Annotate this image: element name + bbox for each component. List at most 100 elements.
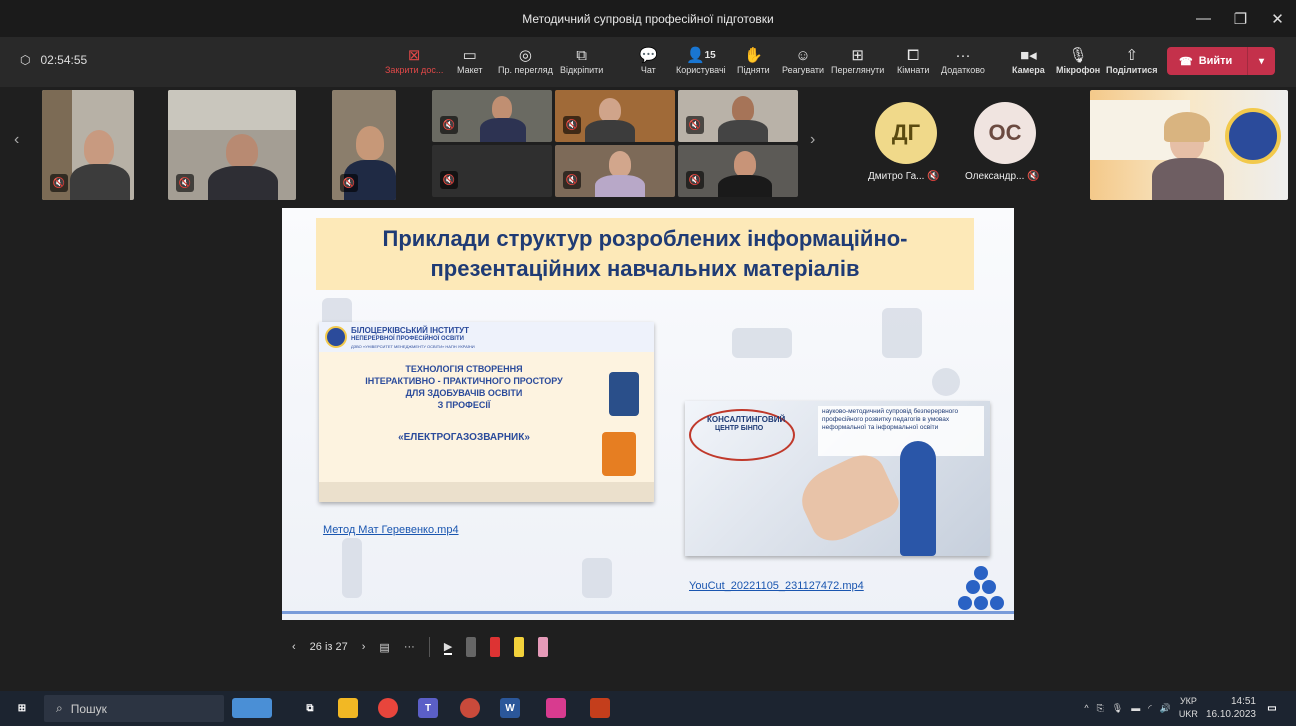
decorative-dots xyxy=(958,566,1004,612)
mic-off-icon: 🔇 xyxy=(927,171,940,182)
rooms-icon: ⧠ xyxy=(907,46,920,64)
widget-icon[interactable] xyxy=(232,698,272,718)
participant-video[interactable]: 🔇 xyxy=(332,90,396,200)
mic-off-icon: 🔇 xyxy=(686,116,704,134)
profession-title: «ЕЛЕКТРОГАЗОЗВАРНИК» xyxy=(398,432,530,443)
embedded-slide-thumbnail[interactable]: БІЛОЦЕРКІВСЬКИЙ ІНСТИТУТ НЕПЕРЕРВНОЇ ПРО… xyxy=(319,322,654,502)
window-title: Методичний супровід професійної підготов… xyxy=(522,11,774,26)
avatar-initials: ДГ xyxy=(891,120,921,145)
presenter-video[interactable] xyxy=(1090,90,1288,200)
mic-off-icon: 🔇 xyxy=(50,174,68,192)
participant-strip: ‹ 🔇 🔇 🔇 🔇 🔇 🔇 🔇 🔇 🔇 › ДГ Дмитро Га... 🔇 … xyxy=(0,87,1296,205)
mic-tray-icon[interactable]: 🎙 xyxy=(1112,703,1123,714)
institute-logo-icon xyxy=(325,326,347,348)
presentation-slide: Приклади структур розроблених інформацій… xyxy=(282,208,1014,620)
file-explorer-icon[interactable] xyxy=(338,698,358,718)
popout-button[interactable]: ⧉ Відкріпити xyxy=(560,45,603,76)
word-icon[interactable]: W xyxy=(500,698,520,718)
language-indicator[interactable]: УКР UKR xyxy=(1179,695,1198,721)
mic-off-icon: 🔇 xyxy=(1027,171,1040,182)
powerpoint-icon[interactable] xyxy=(590,698,610,718)
meeting-toolbar: ⬡ 02:54:55 ⊠ Закрити дос... ▭ Макет ◎ Пр… xyxy=(0,37,1296,87)
close-window-button[interactable]: ✕ xyxy=(1259,0,1296,37)
notification-icon[interactable]: ▭ xyxy=(1262,698,1282,718)
participant-video[interactable]: 🔇 xyxy=(555,90,675,142)
layout-button[interactable]: ▭ Макет xyxy=(457,45,482,75)
participant-video[interactable]: 🔇 xyxy=(555,145,675,197)
clock[interactable]: 14:51 16.10.2023 xyxy=(1206,695,1256,721)
volume-icon[interactable]: 🔊 xyxy=(1160,703,1171,714)
chrome-icon[interactable] xyxy=(378,698,398,718)
taskbar-search[interactable]: ⌕ Пошук xyxy=(44,695,224,722)
raise-hand-button[interactable]: ✋ Підняти xyxy=(737,45,770,75)
stop-sharing-button[interactable]: ⊠ Закрити дос... xyxy=(385,45,443,75)
avatar[interactable]: ДГ xyxy=(875,102,937,164)
teams-meeting-window: Методичний супровід професійної підготов… xyxy=(0,0,1296,726)
battery-icon[interactable]: ▬ xyxy=(1131,703,1140,713)
smiley-icon: ☺ xyxy=(795,46,811,64)
participant-video[interactable]: 🔇 xyxy=(432,90,552,142)
chevron-left-icon[interactable]: ‹ xyxy=(14,131,19,149)
eraser-icon[interactable] xyxy=(466,637,477,657)
slide-grid-icon[interactable]: ▤ xyxy=(379,641,389,654)
pink-pen-icon[interactable] xyxy=(538,637,549,657)
avatar[interactable]: ОС xyxy=(974,102,1036,164)
app-icon[interactable] xyxy=(546,698,566,718)
timer-text: 02:54:55 xyxy=(40,53,88,67)
mic-icon: 🎙 xyxy=(1068,47,1088,64)
slide-title-line1: Приклади структур розроблених інформацій… xyxy=(382,226,908,251)
ellipsis-icon: ··· xyxy=(955,46,971,64)
leave-label: Вийти xyxy=(1198,55,1233,67)
chevron-down-icon[interactable]: ▾ xyxy=(1248,56,1275,67)
teams-icon[interactable]: T xyxy=(418,698,438,718)
share-button[interactable]: ⇧ Поділитися xyxy=(1106,45,1158,75)
chevron-right-icon[interactable]: › xyxy=(810,131,815,149)
participant-video[interactable]: 🔇 xyxy=(168,90,296,200)
silhouette-figure xyxy=(900,441,936,556)
chat-button[interactable]: 💬 Чат xyxy=(639,45,658,75)
mic-off-icon: 🔇 xyxy=(440,116,458,134)
participant-video[interactable]: 🔇 xyxy=(678,145,798,197)
react-button[interactable]: ☺ Реагувати xyxy=(782,45,824,76)
stop-share-icon: ⊠ xyxy=(407,47,421,64)
title-bar: Методичний супровід професійної підготов… xyxy=(0,0,1296,37)
usb-icon[interactable]: ⎘ xyxy=(1097,703,1104,714)
participant-video[interactable]: 🔇 xyxy=(42,90,134,200)
minimize-button[interactable]: — xyxy=(1185,0,1222,37)
chrome-profile-icon[interactable] xyxy=(460,698,480,718)
people-button[interactable]: 👤 15 Користувачі xyxy=(676,45,726,75)
red-pen-icon[interactable] xyxy=(490,637,501,657)
video-link-2[interactable]: YouCut_20221105_231127472.mp4 xyxy=(689,580,864,592)
more-button[interactable]: ··· Додатково xyxy=(941,45,985,76)
slide-navigation: ‹ 26 із 27 › ▤ ··· ▶ xyxy=(282,632,549,662)
participant-video[interactable]: 🔇 xyxy=(432,145,552,197)
chevron-up-icon[interactable]: ^ xyxy=(1084,703,1088,713)
shield-icon: ⬡ xyxy=(20,53,31,67)
meeting-timer: ⬡ 02:54:55 xyxy=(20,53,87,67)
chevron-right-icon[interactable]: › xyxy=(362,641,366,653)
highlighter-icon[interactable] xyxy=(514,637,525,657)
preview-button[interactable]: ◎ Пр. перегляд xyxy=(498,45,553,75)
participant-video[interactable]: 🔇 xyxy=(678,90,798,142)
pointer-icon[interactable]: ▶ xyxy=(443,640,453,655)
slide-title-line2: презентаційних навчальних матеріалів xyxy=(430,256,860,281)
camera-button[interactable]: ■◂ Камера xyxy=(1012,45,1045,75)
leave-button[interactable]: ☎ Вийти ▾ xyxy=(1167,47,1275,75)
chevron-left-icon[interactable]: ‹ xyxy=(292,641,296,653)
maximize-button[interactable]: ❐ xyxy=(1222,0,1259,37)
embedded-video-thumbnail[interactable]: КОНСАЛТИНГОВИЙ ЦЕНТР БІНПО науково-метод… xyxy=(685,401,990,556)
system-tray: ^ ⎘ 🎙 ▬ ◜ 🔊 УКР UKR 14:51 16.10.2023 xyxy=(1084,695,1256,721)
mic-off-icon: 🔇 xyxy=(176,174,194,192)
video-link-1[interactable]: Метод Мат Геревенко.mp4 xyxy=(323,524,459,536)
mic-button[interactable]: 🎙 Мікрофон xyxy=(1056,45,1100,75)
rooms-button[interactable]: ⧠ Кімнати xyxy=(897,45,929,76)
chat-icon: 💬 xyxy=(639,47,658,64)
popout-icon: ⧉ xyxy=(576,46,587,64)
ellipsis-icon[interactable]: ··· xyxy=(404,641,415,653)
page-indicator: 26 із 27 xyxy=(309,641,348,653)
view-button[interactable]: ⊞ Переглянути xyxy=(831,45,884,75)
windows-start-icon[interactable]: ⊞ xyxy=(12,698,32,718)
wifi-icon[interactable]: ◜ xyxy=(1148,703,1152,714)
people-icon: 👤 15 xyxy=(685,47,716,64)
task-view-icon[interactable]: ⧉ xyxy=(300,698,320,718)
